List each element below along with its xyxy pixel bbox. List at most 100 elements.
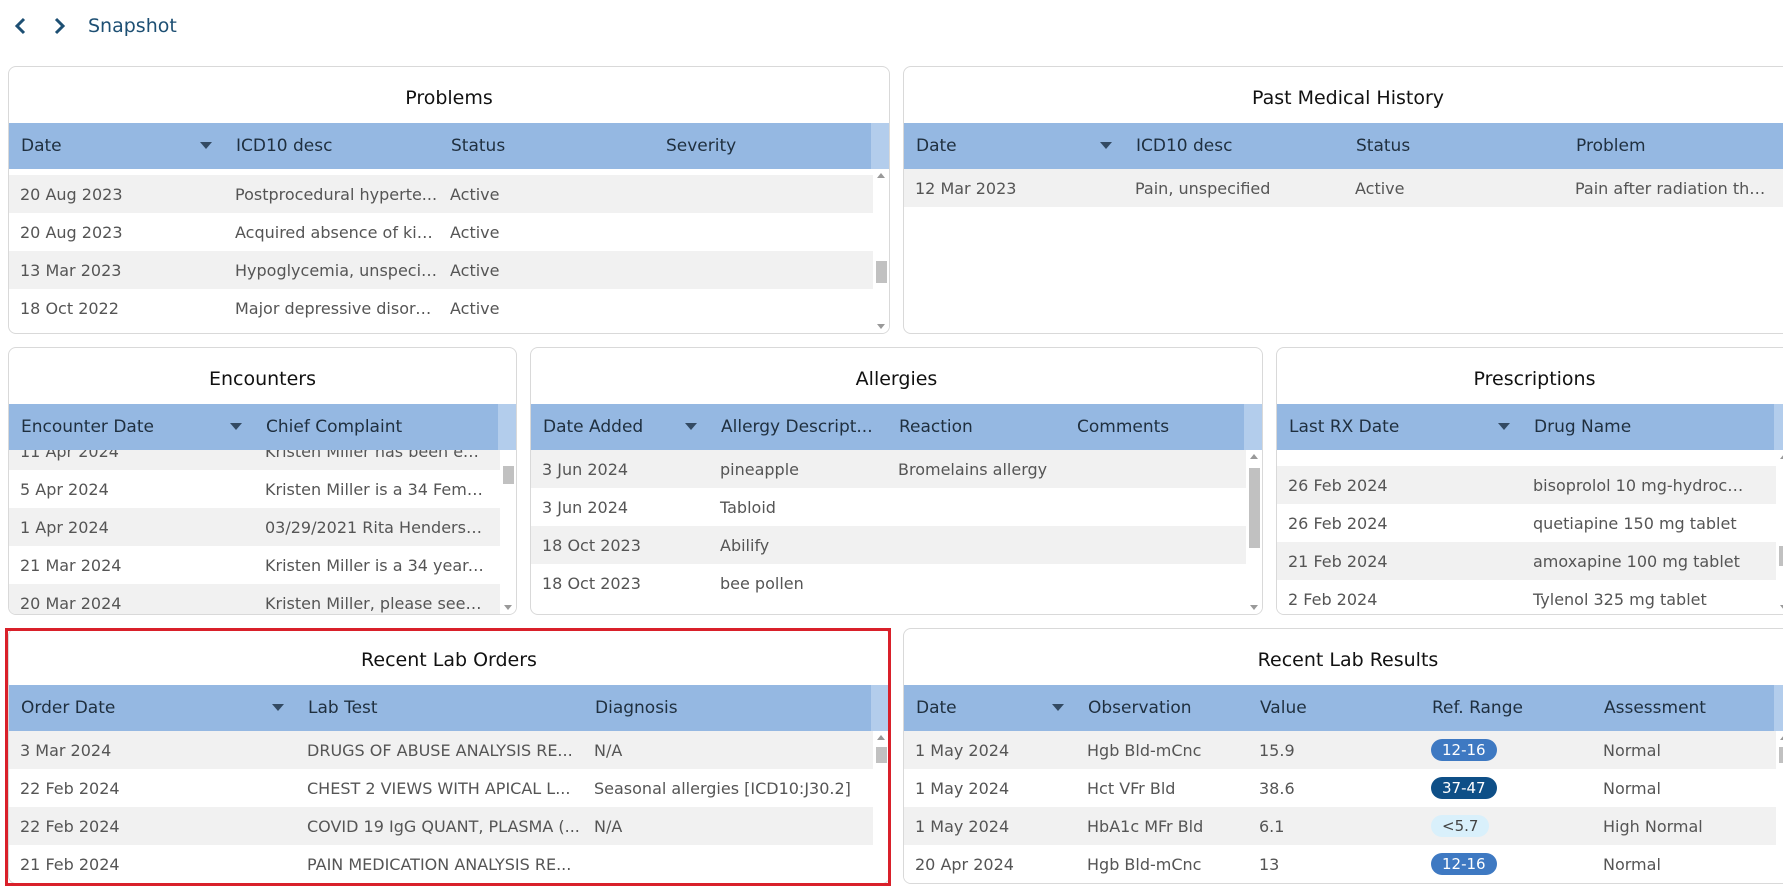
panel-title: Recent Lab Results	[1257, 649, 1439, 671]
table-row[interactable]: 20 Aug 2023 Acquired absence of kid... A…	[9, 213, 873, 251]
column-header-order-date[interactable]: Order Date	[9, 685, 296, 731]
table-row[interactable]: 11 Apr 2024 Kristen Miller has been expe…	[9, 450, 500, 470]
sort-desc-icon[interactable]	[230, 423, 242, 430]
scroll-up-icon[interactable]	[1250, 454, 1258, 459]
table-row[interactable]: 3 Jun 2024 pineapple Bromelains allergy	[531, 450, 1246, 488]
column-header-diagnosis[interactable]: Diagnosis	[583, 685, 863, 731]
table-row[interactable]: 20 Mar 2024 Kristen Miller, please see y…	[9, 584, 500, 614]
table-header: Encounter Date Chief Complaint	[9, 404, 516, 450]
allergies-panel: Allergies Date Added Allergy Descript...…	[530, 347, 1263, 615]
scrollbar[interactable]	[1776, 450, 1783, 614]
table-body: 26 Feb 2024 bisoprolol 10 mg-hydrochlor.…	[1277, 450, 1783, 614]
table-row[interactable]: 1 May 2024 Hgb Bld-mCnc 15.9 12-16 Norma…	[904, 731, 1776, 769]
rows: 3 Mar 2024 DRUGS OF ABUSE ANALYSIS RE...…	[9, 731, 873, 883]
scroll-thumb[interactable]	[1779, 546, 1783, 566]
table-body: 1 May 2024 Hgb Bld-mCnc 15.9 12-16 Norma…	[904, 731, 1783, 883]
column-header-problem[interactable]: Problem	[1564, 123, 1774, 169]
table-row[interactable]: 18 Oct 2023 bee pollen	[531, 564, 1246, 602]
scrollbar[interactable]	[873, 731, 889, 883]
ref-range-badge: 12-16	[1431, 853, 1497, 875]
scroll-up-icon[interactable]	[877, 173, 885, 178]
table-row[interactable]: 22 Feb 2024 CHEST 2 VIEWS WITH APICAL L.…	[9, 769, 873, 807]
past-medical-history-panel: Past Medical History Date ICD10 desc Sta…	[903, 66, 1783, 334]
scrollbar[interactable]	[873, 169, 889, 333]
scroll-up-icon[interactable]	[877, 735, 885, 740]
column-header-icd10[interactable]: ICD10 desc	[1124, 123, 1344, 169]
breadcrumb-title: Snapshot	[88, 15, 177, 37]
encounters-panel: Encounters Encounter Date Chief Complain…	[8, 347, 517, 615]
scroll-down-icon[interactable]	[504, 605, 512, 610]
table-row[interactable]: 21 Feb 2024 amoxapine 100 mg tablet	[1277, 542, 1776, 580]
scroll-thumb[interactable]	[876, 747, 887, 763]
problems-panel: Problems Date ICD10 desc Status Severity…	[8, 66, 890, 334]
panel-title: Past Medical History	[1251, 87, 1445, 109]
forward-chevron-icon[interactable]	[46, 12, 74, 40]
scrollbar[interactable]	[500, 450, 516, 614]
column-header-date-added[interactable]: Date Added	[531, 404, 709, 450]
table-row[interactable]: 1 Apr 2024 03/29/2021 Rita Henderson...	[9, 508, 500, 546]
back-chevron-icon[interactable]	[6, 12, 34, 40]
table-row[interactable]: 1 May 2024 Hct VFr Bld 38.6 37-47 Normal	[904, 769, 1776, 807]
column-header-severity[interactable]: Severity	[654, 123, 854, 169]
scroll-thumb[interactable]	[876, 261, 887, 283]
table-row[interactable]: 2 Feb 2024 Tylenol 325 mg tablet	[1277, 580, 1776, 614]
column-header-lab-test[interactable]: Lab Test	[296, 685, 583, 731]
scroll-thumb[interactable]	[503, 466, 514, 484]
table-row[interactable]: 18 Oct 2023 Abilify	[531, 526, 1246, 564]
table-body: 11 Apr 2024 Kristen Miller has been expe…	[9, 450, 516, 614]
table-header: Last RX Date Drug Name	[1277, 404, 1783, 450]
panel-title: Recent Lab Orders	[361, 649, 537, 671]
table-row[interactable]: 18 Oct 2022 Major depressive disord... A…	[9, 289, 873, 327]
sort-desc-icon[interactable]	[1052, 704, 1064, 711]
rows: 26 Feb 2024 bisoprolol 10 mg-hydrochlor.…	[1277, 466, 1776, 614]
column-header-icd10[interactable]: ICD10 desc	[224, 123, 439, 169]
table-row[interactable]: 26 Feb 2024 bisoprolol 10 mg-hydrochlor.…	[1277, 466, 1776, 504]
column-header-encounter-date[interactable]: Encounter Date	[9, 404, 254, 450]
table-row[interactable]: 3 Jun 2024 Tabloid	[531, 488, 1246, 526]
table-row[interactable]: 12 Mar 2023 Pain, unspecified Active Pai…	[904, 169, 1783, 207]
table-body: 3 Mar 2024 DRUGS OF ABUSE ANALYSIS RE...…	[9, 731, 889, 883]
column-header-last-rx-date[interactable]: Last RX Date	[1277, 404, 1522, 450]
panel-title: Problems	[405, 87, 493, 109]
sort-desc-icon[interactable]	[200, 142, 212, 149]
scroll-down-icon[interactable]	[1250, 605, 1258, 610]
table-row[interactable]: 22 Feb 2024 COVID 19 IgG QUANT, PLASMA (…	[9, 807, 873, 845]
table-row[interactable]: 20 Apr 2024 Hgb Bld-mCnc 13 12-16 Normal	[904, 845, 1776, 883]
column-header-drug-name[interactable]: Drug Name	[1522, 404, 1752, 450]
column-header-date[interactable]: Date	[9, 123, 224, 169]
table-row[interactable]: 1 May 2024 HbA1c MFr Bld 6.1 <5.7 High N…	[904, 807, 1776, 845]
scrollbar[interactable]	[1246, 450, 1262, 614]
table-header: Date ICD10 desc Status Severity	[9, 123, 889, 169]
column-header-date[interactable]: Date	[904, 123, 1124, 169]
scroll-thumb[interactable]	[1779, 747, 1783, 763]
column-header-observation[interactable]: Observation	[1076, 685, 1248, 731]
sort-desc-icon[interactable]	[685, 423, 697, 430]
table-row[interactable]: 26 Feb 2024 quetiapine 150 mg tablet	[1277, 504, 1776, 542]
sort-desc-icon[interactable]	[1498, 423, 1510, 430]
column-header-comments[interactable]: Comments	[1065, 404, 1225, 450]
scroll-down-icon[interactable]	[877, 324, 885, 329]
sort-desc-icon[interactable]	[1100, 142, 1112, 149]
sort-desc-icon[interactable]	[272, 704, 284, 711]
scroll-thumb[interactable]	[1249, 468, 1260, 548]
table-row[interactable]: 3 Mar 2024 DRUGS OF ABUSE ANALYSIS RE...…	[9, 731, 873, 769]
column-header-value[interactable]: Value	[1248, 685, 1420, 731]
panel-title: Prescriptions	[1473, 368, 1596, 390]
table-row[interactable]: 21 Feb 2024 PAIN MEDICATION ANALYSIS RE.…	[9, 845, 873, 883]
ref-range-badge: <5.7	[1431, 815, 1490, 837]
top-bar: Snapshot	[0, 0, 1783, 52]
column-header-date[interactable]: Date	[904, 685, 1076, 731]
column-header-reaction[interactable]: Reaction	[887, 404, 1065, 450]
table-row[interactable]: 20 Aug 2023 Postprocedural hyperte... Ac…	[9, 175, 873, 213]
table-row[interactable]: 21 Mar 2024 Kristen Miller is a 34 year-…	[9, 546, 500, 584]
column-header-allergy-description[interactable]: Allergy Descript...	[709, 404, 887, 450]
column-header-status[interactable]: Status	[439, 123, 654, 169]
column-header-chief-complaint[interactable]: Chief Complaint	[254, 404, 484, 450]
column-header-status[interactable]: Status	[1344, 123, 1564, 169]
rows: 20 Aug 2023 Postprocedural hyperte... Ac…	[9, 175, 873, 327]
table-row[interactable]: 13 Mar 2023 Hypoglycemia, unspecifi... A…	[9, 251, 873, 289]
table-row[interactable]: 5 Apr 2024 Kristen Miller is a 34 Female…	[9, 470, 500, 508]
column-header-assessment[interactable]: Assessment	[1592, 685, 1752, 731]
column-header-ref-range[interactable]: Ref. Range	[1420, 685, 1592, 731]
scrollbar[interactable]	[1776, 731, 1783, 883]
